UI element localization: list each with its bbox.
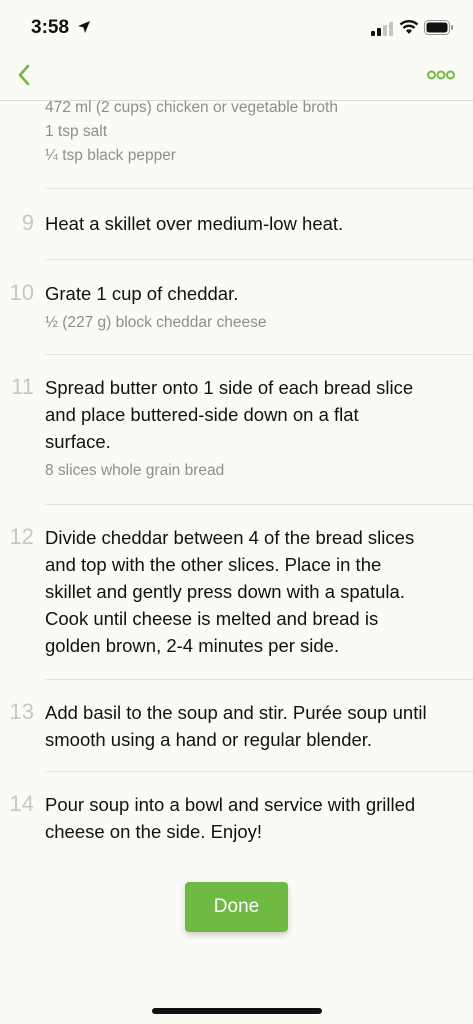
step-13: 13 Add basil to the soup and stir. Purée… — [0, 699, 473, 753]
step-body: Pour soup into a bowl and service with g… — [0, 791, 473, 845]
step-body: Heat a skillet over medium-low heat. — [0, 210, 473, 237]
step-text-line: Divide cheddar between 4 of the bread sl… — [45, 527, 415, 548]
divider — [45, 504, 473, 505]
step-text-line: cheese on the side. Enjoy! — [45, 821, 263, 842]
step-body: Add basil to the soup and stir. Purée so… — [0, 699, 473, 753]
step-body: Spread butter onto 1 side of each bread … — [0, 374, 473, 483]
step-text-line: and top with the other slices. Place in … — [45, 554, 382, 575]
done-button[interactable]: Done — [185, 882, 288, 932]
step-number: 11 — [11, 374, 34, 399]
step-text-line: Cook until cheese is melted and bread is — [45, 608, 379, 629]
more-dots-icon[interactable] — [427, 64, 455, 86]
step-ingredient: ½ (227 g) block cheddar cheese — [45, 314, 267, 331]
ingredient-line: ¼ tsp black pepper — [45, 147, 176, 164]
step-10: 10 Grate 1 cup of cheddar. ½ (227 g) blo… — [0, 280, 473, 335]
step-text-line: Heat a skillet over medium-low heat. — [45, 213, 344, 234]
wifi-icon — [399, 20, 419, 34]
status-bar: 3:58 — [0, 0, 473, 52]
step-text-line: surface. — [45, 431, 111, 452]
step-number: 10 — [9, 280, 34, 305]
step-body: Divide cheddar between 4 of the bread sl… — [0, 524, 473, 659]
step-number: 13 — [9, 699, 34, 724]
step-text-line: Add basil to the soup and stir. Purée so… — [45, 702, 427, 723]
step-number: 9 — [21, 210, 34, 235]
step-body: Grate 1 cup of cheddar. ½ (227 g) block … — [0, 280, 473, 335]
status-time: 3:58 — [31, 17, 70, 38]
divider — [45, 188, 473, 189]
divider — [45, 259, 473, 260]
step-text-line: Grate 1 cup of cheddar. — [45, 283, 239, 304]
step-12: 12 Divide cheddar between 4 of the bread… — [0, 524, 473, 659]
step-11: 11 Spread butter onto 1 side of each bre… — [0, 374, 473, 483]
step-number: 12 — [9, 524, 34, 549]
step-text-line: skillet and gently press down with a spa… — [45, 581, 405, 602]
step-14: 14 Pour soup into a bowl and service wit… — [0, 791, 473, 845]
step-9: 9 Heat a skillet over medium-low heat. — [0, 210, 473, 237]
back-chevron-icon[interactable] — [12, 60, 38, 90]
location-arrow-icon — [78, 21, 90, 33]
battery-icon — [424, 20, 453, 35]
step-text-line: golden brown, 2-4 minutes per side. — [45, 635, 340, 656]
step-text-line: smooth using a hand or regular blender. — [45, 729, 373, 750]
home-indicator[interactable] — [152, 1008, 322, 1014]
nav-bar — [0, 52, 473, 101]
step-text-line: Spread butter onto 1 side of each bread … — [45, 377, 414, 398]
step-ingredient: 8 slices whole grain bread — [45, 462, 225, 479]
divider — [45, 679, 473, 680]
cellular-signal-icon — [371, 22, 393, 36]
ingredient-line: 472 ml (2 cups) chicken or vegetable bro… — [45, 99, 338, 116]
step-number: 14 — [9, 791, 34, 816]
previous-step-ingredients: 472 ml (2 cups) chicken or vegetable bro… — [0, 96, 338, 168]
divider — [45, 354, 473, 355]
ingredient-line: 1 tsp salt — [45, 123, 108, 140]
step-text-line: and place buttered-side down on a flat — [45, 404, 359, 425]
step-text-line: Pour soup into a bowl and service with g… — [45, 794, 416, 815]
divider — [45, 771, 473, 772]
